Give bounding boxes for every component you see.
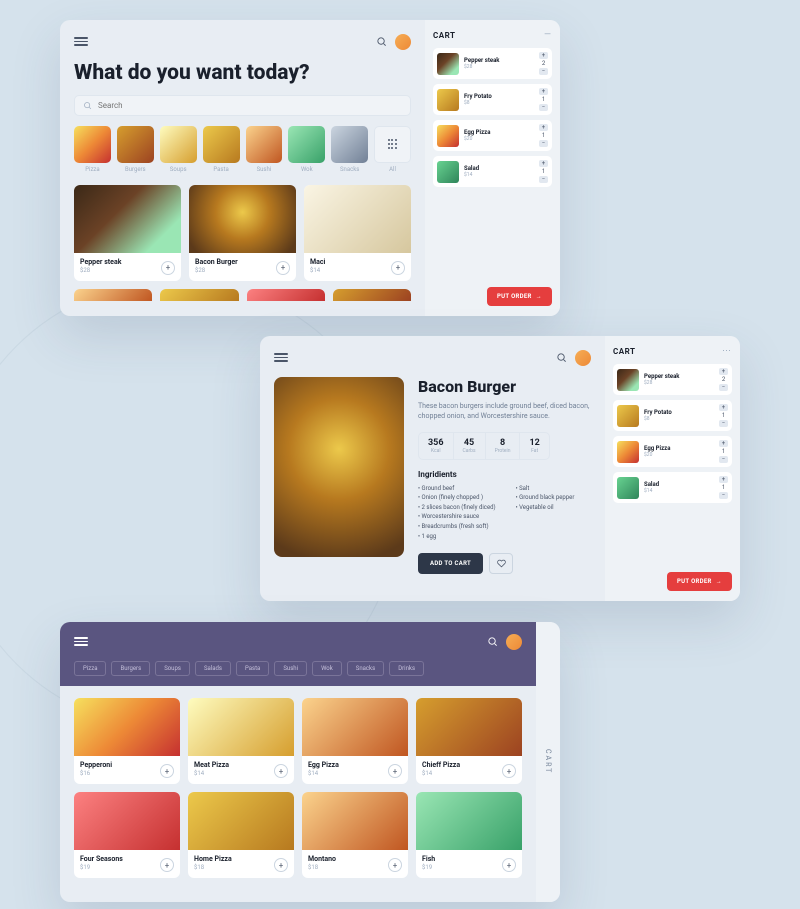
qty-minus[interactable]: − <box>539 68 548 75</box>
qty-minus[interactable]: − <box>539 176 548 183</box>
add-button[interactable]: + <box>391 261 405 275</box>
add-button[interactable]: + <box>276 261 290 275</box>
product-card[interactable]: Bacon Burger$28+ <box>189 185 296 281</box>
product-card[interactable]: Meat Pizza$14+ <box>188 698 294 784</box>
add-button[interactable]: + <box>502 764 516 778</box>
cart-more-icon[interactable]: ⋯ <box>722 346 732 356</box>
category-snacks[interactable]: Snacks <box>331 126 368 173</box>
category-burgers[interactable]: Burgers <box>117 126 154 173</box>
qty-minus[interactable]: − <box>539 140 548 147</box>
product-image <box>274 377 404 557</box>
cart-item[interactable]: Fry Potato$8+1− <box>613 400 732 431</box>
cart-panel: CART ⋯ Pepper steak$28+2− Fry Potato$8+1−… <box>605 336 740 601</box>
qty-plus[interactable]: + <box>719 440 728 447</box>
avatar[interactable] <box>395 34 411 50</box>
nutrition-row: 356Kcal 45Carbs 8Protein 12Fat <box>418 432 550 460</box>
pill-soups[interactable]: Soups <box>155 661 190 676</box>
search-input[interactable] <box>74 95 411 116</box>
ingredients-list: Ground beef Onion (finely chopped ) 2 sl… <box>418 484 591 542</box>
qty-plus[interactable]: + <box>539 88 548 95</box>
product-card[interactable]: Montano$18+ <box>302 792 408 878</box>
cart-item[interactable]: Salad$14+1− <box>613 472 732 503</box>
qty-minus[interactable]: − <box>539 104 548 111</box>
pill-sushi[interactable]: Sushi <box>274 661 307 676</box>
menu-icon[interactable] <box>274 353 288 362</box>
qty-plus[interactable]: + <box>539 160 548 167</box>
arrow-right-icon: → <box>716 578 722 585</box>
product-card[interactable]: Fish$19+ <box>416 792 522 878</box>
ingredients-heading: Ingridients <box>418 470 591 479</box>
cart-title: CART <box>433 31 455 40</box>
product-card[interactable]: Egg Pizza$14+ <box>302 698 408 784</box>
add-button[interactable]: + <box>502 858 516 872</box>
add-button[interactable]: + <box>388 764 402 778</box>
category-row: Pizza Burgers Soups Pasta Sushi Wok Snac… <box>74 126 411 173</box>
category-sushi[interactable]: Sushi <box>246 126 283 173</box>
cart-item[interactable]: Egg Pizza$20+1− <box>613 436 732 467</box>
add-to-cart-button[interactable]: ADD TO CART <box>418 553 483 574</box>
category-soups[interactable]: Soups <box>160 126 197 173</box>
cart-item[interactable]: Fry Potato$8+1− <box>433 84 552 115</box>
add-button[interactable]: + <box>161 261 175 275</box>
product-card[interactable]: Maci$14+ <box>304 185 411 281</box>
qty-plus[interactable]: + <box>719 476 728 483</box>
pill-salads[interactable]: Salads <box>195 661 231 676</box>
category-pasta[interactable]: Pasta <box>203 126 240 173</box>
cart-more-icon[interactable]: — <box>544 30 552 40</box>
add-button[interactable]: + <box>160 858 174 872</box>
avatar[interactable] <box>575 350 591 366</box>
product-description: These bacon burgers include ground beef,… <box>418 402 591 422</box>
add-button[interactable]: + <box>160 764 174 778</box>
pill-pasta[interactable]: Pasta <box>236 661 269 676</box>
add-button[interactable]: + <box>274 764 288 778</box>
product-card[interactable]: Home Pizza$18+ <box>188 792 294 878</box>
cart-item[interactable]: Egg Pizza$20+1− <box>433 120 552 151</box>
search-icon[interactable] <box>376 32 387 51</box>
qty-plus[interactable]: + <box>719 404 728 411</box>
qty-minus[interactable]: − <box>719 384 728 391</box>
cart-label: CART <box>544 749 552 774</box>
cart-collapsed[interactable]: CART <box>536 622 560 902</box>
catalog-screen: Pizza Burgers Soups Salads Pasta Sushi W… <box>60 622 560 902</box>
qty-minus[interactable]: − <box>719 420 728 427</box>
search-icon[interactable] <box>556 348 567 367</box>
product-card[interactable]: Pepperoni$16+ <box>74 698 180 784</box>
cart-item[interactable]: Salad$14+1− <box>433 156 552 187</box>
product-title: Bacon Burger <box>418 377 591 396</box>
category-all[interactable]: All <box>374 126 411 173</box>
pill-drinks[interactable]: Drinks <box>389 661 424 676</box>
category-wok[interactable]: Wok <box>288 126 325 173</box>
pill-pizza[interactable]: Pizza <box>74 661 106 676</box>
home-screen: What do you want today? Pizza Burgers So… <box>60 20 560 316</box>
add-button[interactable]: + <box>388 858 402 872</box>
cart-item[interactable]: Pepper steak$28+2− <box>433 48 552 79</box>
qty-plus[interactable]: + <box>719 368 728 375</box>
category-pizza[interactable]: Pizza <box>74 126 111 173</box>
pill-snacks[interactable]: Snacks <box>347 661 384 676</box>
page-title: What do you want today? <box>74 61 411 85</box>
qty-minus[interactable]: − <box>719 456 728 463</box>
put-order-button[interactable]: PUT ORDER→ <box>667 572 732 591</box>
add-button[interactable]: + <box>274 858 288 872</box>
menu-icon[interactable] <box>74 637 88 646</box>
put-order-button[interactable]: PUT ORDER→ <box>487 287 552 306</box>
qty-plus[interactable]: + <box>539 124 548 131</box>
qty-plus[interactable]: + <box>539 52 548 59</box>
qty-minus[interactable]: − <box>719 492 728 499</box>
detail-screen: Bacon Burger These bacon burgers include… <box>260 336 740 601</box>
product-card[interactable]: Pepper steak$28+ <box>74 185 181 281</box>
product-card[interactable]: Four Seasons$19+ <box>74 792 180 878</box>
avatar[interactable] <box>506 634 522 650</box>
search-icon[interactable] <box>487 632 498 651</box>
pill-burgers[interactable]: Burgers <box>111 661 150 676</box>
arrow-right-icon: → <box>536 293 542 300</box>
cart-title: CART <box>613 347 635 356</box>
category-pills: Pizza Burgers Soups Salads Pasta Sushi W… <box>74 661 522 676</box>
menu-icon[interactable] <box>74 37 88 46</box>
product-card[interactable]: Chieff Pizza$14+ <box>416 698 522 784</box>
favorite-button[interactable] <box>489 553 513 574</box>
cart-panel: CART — Pepper steak$28+2− Fry Potato$8+1−… <box>425 20 560 316</box>
pill-wok[interactable]: Wok <box>312 661 342 676</box>
cart-item[interactable]: Pepper steak$28+2− <box>613 364 732 395</box>
